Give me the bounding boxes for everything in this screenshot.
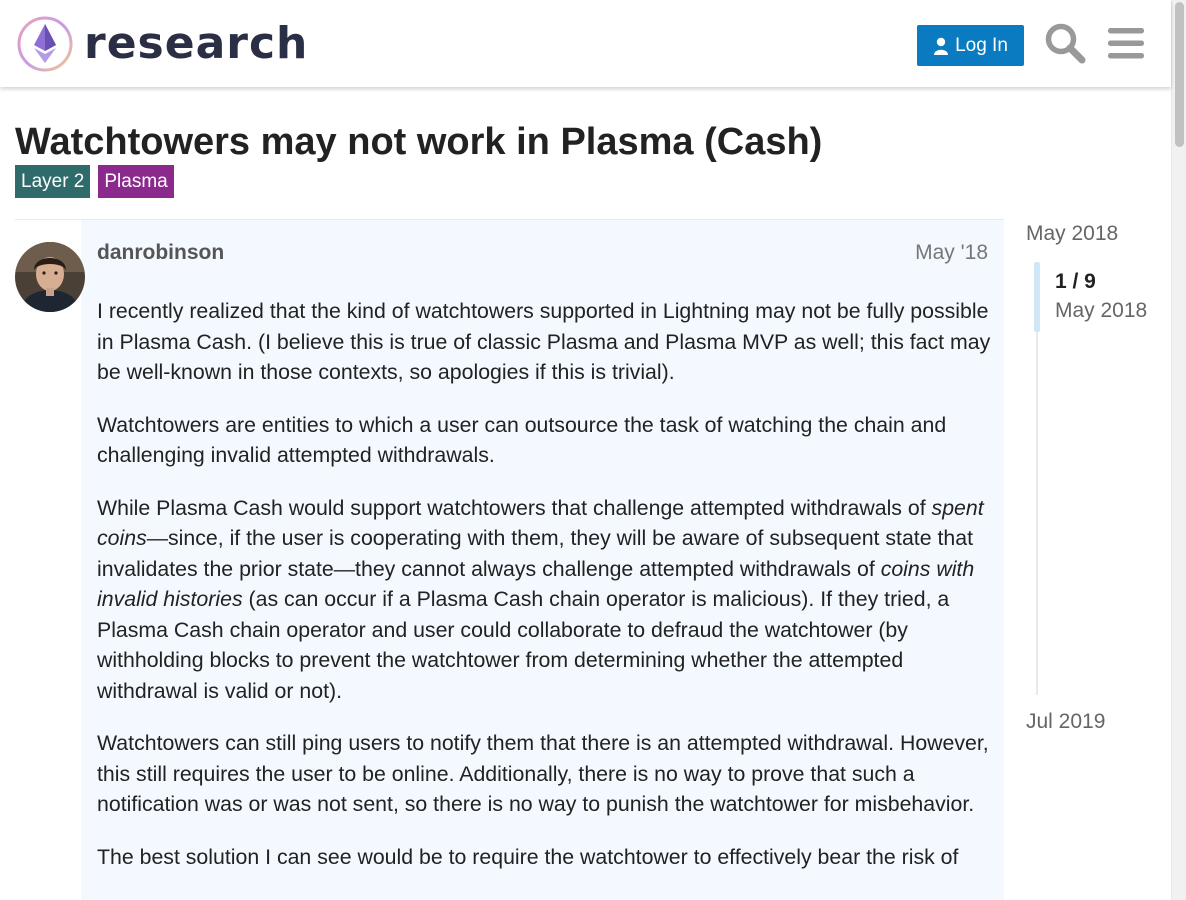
post-body: I recently realized that the kind of wat… bbox=[97, 296, 993, 894]
login-label: Log In bbox=[955, 34, 1008, 56]
timeline-position: 1 / 9 bbox=[1055, 270, 1096, 293]
page-scrollbar[interactable] bbox=[1171, 0, 1186, 900]
scrollbar-thumb[interactable] bbox=[1175, 2, 1184, 147]
timeline-start-date[interactable]: May 2018 bbox=[1026, 222, 1118, 246]
paragraph-text: While Plasma Cash would support watchtow… bbox=[97, 495, 932, 520]
timeline-scroller-handle[interactable] bbox=[1034, 262, 1040, 332]
avatar-image bbox=[15, 242, 85, 312]
topic-timeline: May 2018 1 / 9 May 2018 Jul 2019 bbox=[1026, 220, 1166, 740]
ethereum-logo-icon bbox=[17, 16, 73, 72]
tag-plasma[interactable]: Plasma bbox=[98, 165, 174, 198]
post-paragraph: Watchtowers can still ping users to noti… bbox=[97, 731, 989, 816]
post-author[interactable]: danrobinson bbox=[97, 241, 224, 265]
post-paragraph: Watchtowers are entities to which a user… bbox=[97, 412, 947, 468]
post-paragraph: While Plasma Cash would support watchtow… bbox=[97, 493, 993, 707]
user-icon bbox=[934, 37, 949, 55]
hamburger-menu-icon[interactable] bbox=[1108, 27, 1144, 60]
post: danrobinson May '18 I recently realized … bbox=[81, 220, 1004, 900]
login-button[interactable]: Log In bbox=[917, 25, 1024, 66]
post-date[interactable]: May '18 bbox=[915, 241, 988, 265]
topic-title[interactable]: Watchtowers may not work in Plasma (Cash… bbox=[15, 120, 822, 164]
search-icon[interactable] bbox=[1044, 22, 1086, 64]
timeline-end-date[interactable]: Jul 2019 bbox=[1026, 710, 1105, 734]
tag-layer-2[interactable]: Layer 2 bbox=[15, 165, 91, 198]
post-paragraph: I recently realized that the kind of wat… bbox=[97, 299, 991, 384]
avatar[interactable] bbox=[15, 242, 85, 312]
site-name: research bbox=[84, 18, 309, 69]
site-header: research Log In bbox=[0, 0, 1171, 87]
site-logo[interactable]: research bbox=[16, 15, 308, 73]
topic-tags: Layer 2 Plasma bbox=[15, 165, 182, 198]
timeline-position-date: May 2018 bbox=[1055, 299, 1148, 322]
post-paragraph: The best solution I can see would be to … bbox=[97, 844, 959, 869]
paragraph-text: —since, if the user is cooperating with … bbox=[97, 526, 974, 581]
